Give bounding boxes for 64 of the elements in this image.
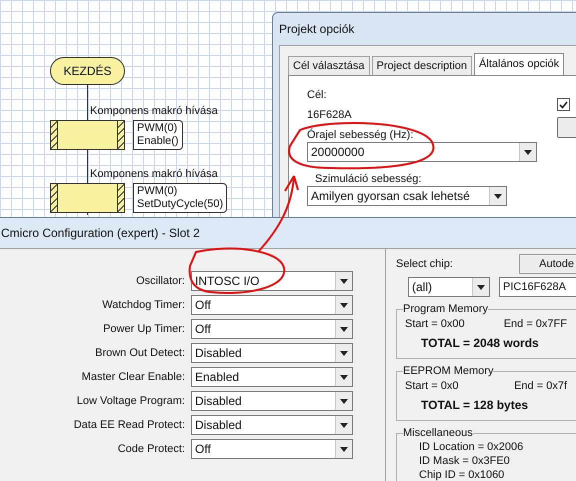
chip-field[interactable]: PIC16F628A — [499, 277, 576, 297]
setting-label: Brown Out Detect: — [94, 346, 186, 361]
checkbox[interactable] — [557, 98, 570, 111]
setting-dropdown[interactable]: INTOSC I/O — [191, 271, 353, 291]
group-title: EEPROM Memory — [403, 364, 494, 378]
step-label: Komponens makró hívása — [90, 169, 218, 180]
autodetect-button[interactable]: Autode — [519, 254, 576, 274]
misc-line: Chip ID = 0x1060 — [419, 468, 506, 481]
dropdown-arrow-icon — [477, 284, 485, 290]
dropdown-arrow-icon — [340, 446, 348, 452]
end-address: End = 0x7f — [514, 379, 567, 393]
dropdown-arrow-icon — [340, 326, 348, 332]
setting-dropdown[interactable]: Disabled — [191, 415, 353, 435]
target-label: Cél: — [307, 88, 328, 102]
setting-dropdown[interactable]: Off — [191, 439, 353, 459]
tab[interactable]: Project description — [372, 56, 472, 75]
dropdown-arrow-icon — [340, 374, 348, 380]
group-title: Program Memory — [403, 302, 488, 316]
dropdown-arrow-icon — [340, 398, 348, 404]
end-address: End = 0x7FF — [504, 317, 567, 331]
setting-label: Code Protect: — [116, 442, 186, 457]
start-address: Start = 0x00 — [405, 317, 465, 331]
check-icon — [559, 100, 568, 108]
total-size: TOTAL = 128 bytes — [420, 397, 530, 413]
total-size: TOTAL = 2048 words — [420, 335, 540, 351]
misc-line: ID Location = 0x2006 — [419, 440, 524, 454]
tab[interactable]: Cél választása — [288, 56, 370, 75]
window-title: Cmicro Configuration (expert) - Slot 2 — [1, 225, 200, 242]
select-chip-label: Select chip: — [396, 256, 453, 272]
dropdown-arrow-icon — [340, 278, 348, 284]
setting-label: Power Up Timer: — [102, 322, 186, 337]
comment-line: PWM(0) — [137, 122, 178, 135]
dropdown-arrow-icon — [340, 302, 348, 308]
comment-line: PWM(0) — [137, 185, 178, 198]
dropdown-arrow-icon — [494, 194, 502, 198]
setting-label: Watchdog Timer: — [101, 298, 186, 313]
dropdown-arrow-icon — [340, 350, 348, 356]
simulation-label: Szimuláció sebesség: — [314, 172, 422, 186]
setting-dropdown[interactable]: Enabled — [191, 367, 353, 387]
step-label: Komponens makró hívása — [90, 106, 218, 117]
clock-label: Órajel sebesség (Hz): — [307, 128, 414, 142]
setting-dropdown[interactable]: Off — [191, 319, 353, 339]
setting-label: Oscillator: — [135, 274, 186, 289]
chip-family-dropdown[interactable]: (all) — [408, 277, 490, 297]
tab[interactable]: Általános opciók — [474, 53, 564, 75]
misc-line: ID Mask = 0x3FE0 — [419, 454, 511, 468]
comment-line: Enable() — [137, 135, 179, 148]
dropdown-arrow-icon — [340, 422, 348, 428]
macro-block[interactable] — [50, 183, 125, 213]
clock-dropdown[interactable]: 20000000 — [307, 142, 537, 162]
setting-label: Data EE Read Protect: — [72, 418, 186, 433]
setting-label: Low Voltage Program: — [76, 394, 186, 409]
setting-dropdown[interactable]: Disabled — [191, 343, 353, 363]
setting-label: Master Clear Enable: — [80, 370, 186, 385]
start-address: Start = 0x0 — [405, 379, 459, 393]
macro-block[interactable] — [50, 120, 125, 150]
start-terminal[interactable]: KEZDÉS — [50, 57, 125, 85]
window-title: Projekt opciók — [279, 21, 354, 38]
comment-line: SetDutyCycle(50) — [137, 198, 224, 211]
simulation-dropdown[interactable]: Amilyen gyorsan csak lehetsé — [307, 186, 507, 206]
setting-dropdown[interactable]: Off — [191, 295, 353, 315]
dropdown-arrow-icon — [524, 150, 532, 154]
target-value: 16F628A — [307, 108, 353, 122]
setting-dropdown[interactable]: Disabled — [191, 391, 353, 411]
